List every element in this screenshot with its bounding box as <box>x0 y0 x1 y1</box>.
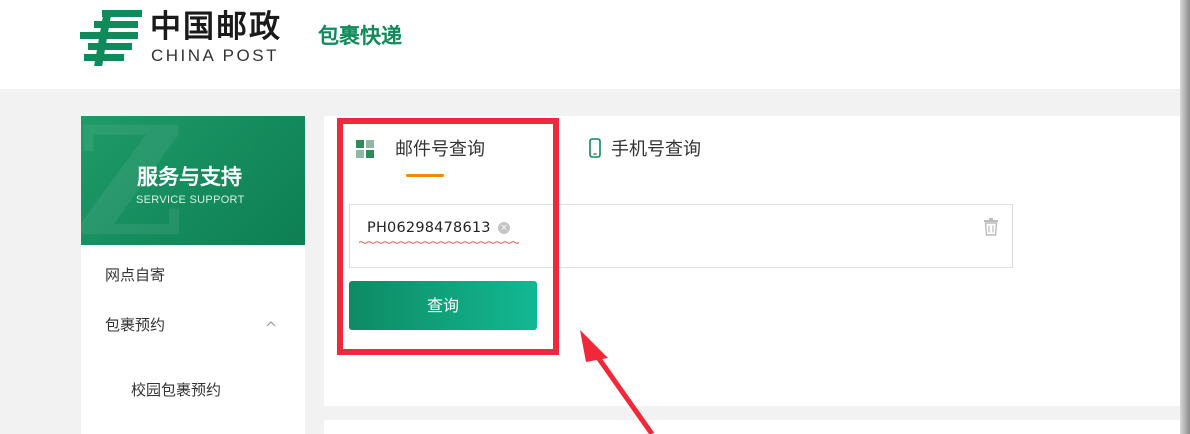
sidebar-item-campus-booking[interactable]: 校园包裹预约 <box>131 380 221 400</box>
sidebar: Z 服务与支持 SERVICE SUPPORT 网点自寄 包裹预约 校园包裹预约 <box>81 116 305 434</box>
chevron-up-icon[interactable] <box>266 319 276 329</box>
sidebar-item-parcel-booking[interactable]: 包裹预约 <box>105 315 165 335</box>
tab-phone-number[interactable]: 手机号查询 <box>611 138 701 162</box>
banner-title: 服务与支持 <box>137 165 242 189</box>
service-name[interactable]: 包裹快递 <box>318 22 402 50</box>
secondary-panel <box>324 420 1180 434</box>
logo-english-text: CHINA POST <box>151 46 279 65</box>
phone-icon <box>589 138 601 158</box>
sidebar-banner: Z 服务与支持 SERVICE SUPPORT <box>81 116 305 245</box>
arrow-annotation-icon <box>580 330 655 434</box>
sidebar-item-self-send[interactable]: 网点自寄 <box>105 265 165 285</box>
site-header: 中国邮政 CHINA POST 包裹快递 <box>0 0 1190 89</box>
trash-icon[interactable] <box>983 218 999 236</box>
banner-subtitle: SERVICE SUPPORT <box>136 194 245 206</box>
highlight-box-annotation <box>337 118 559 355</box>
window-edge <box>1180 0 1190 434</box>
logo-chinese-text: 中国邮政 <box>150 9 282 45</box>
china-post-logo-icon[interactable] <box>80 10 142 66</box>
